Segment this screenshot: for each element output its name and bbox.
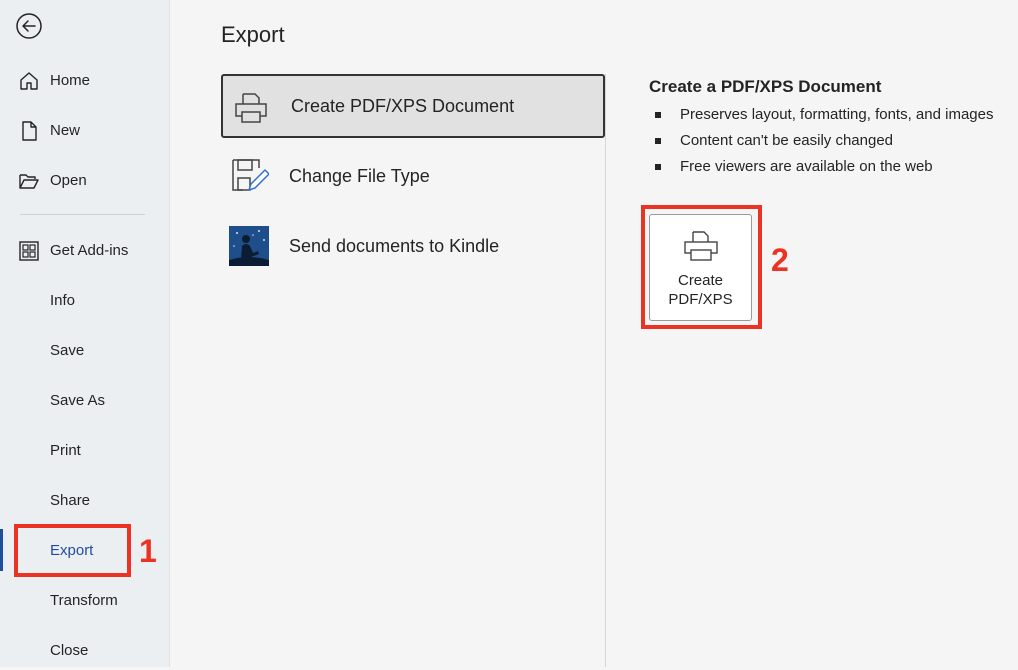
back-arrow-icon: [16, 13, 42, 39]
nav-transform-label: Transform: [50, 591, 118, 609]
nav-share-label: Share: [50, 491, 91, 509]
nav-open[interactable]: Open: [0, 160, 169, 200]
nav-home[interactable]: Home: [0, 60, 169, 100]
nav-home-label: Home: [50, 71, 91, 89]
nav-open-label: Open: [50, 171, 87, 189]
folder-open-icon: [19, 174, 39, 189]
home-icon: [20, 72, 38, 90]
new-document-icon: [22, 121, 37, 141]
option-send-to-kindle-label: Send documents to Kindle: [289, 235, 500, 256]
detail-bullet: Content can't be easily changed: [655, 130, 993, 156]
nav-close-label: Close: [50, 641, 89, 659]
nav-info[interactable]: Info: [0, 280, 169, 320]
nav-new[interactable]: New: [0, 110, 169, 150]
detail-bullet-list: Preserves layout, formatting, fonts, and…: [655, 104, 993, 182]
nav-print-label: Print: [50, 441, 81, 459]
option-send-to-kindle[interactable]: Send documents to Kindle: [221, 214, 605, 278]
file-type-edit-icon: [232, 159, 269, 191]
column-divider: [605, 74, 606, 667]
sidebar-divider: [20, 214, 145, 215]
detail-title: Create a PDF/XPS Document: [649, 77, 882, 96]
page-title: Export: [221, 22, 285, 47]
option-change-file-type[interactable]: Change File Type: [221, 144, 605, 208]
detail-bullet: Free viewers are available on the web: [655, 156, 993, 182]
back-button[interactable]: [15, 12, 43, 40]
nav-save[interactable]: Save: [0, 330, 169, 370]
nav-close[interactable]: Close: [0, 630, 169, 670]
nav-transform[interactable]: Transform: [0, 580, 169, 620]
nav-new-label: New: [50, 121, 81, 139]
export-options-list: Create PDF/XPS Document Change File Type…: [221, 74, 605, 667]
nav-info-label: Info: [50, 291, 76, 309]
detail-bullet: Preserves layout, formatting, fonts, and…: [655, 104, 993, 130]
nav-get-add-ins-label: Get Add-ins: [50, 241, 129, 259]
nav-save-as-label: Save As: [50, 391, 106, 409]
annotation-number-1: 1: [139, 533, 157, 569]
kindle-reader-icon: [229, 226, 269, 266]
annotation-box-2: [641, 205, 762, 329]
option-create-pdf-xps-label: Create PDF/XPS Document: [291, 95, 515, 116]
nav-get-add-ins[interactable]: Get Add-ins: [0, 230, 169, 270]
add-ins-grid-icon: [19, 241, 39, 261]
option-change-file-type-label: Change File Type: [289, 165, 430, 186]
annotation-number-2: 2: [771, 242, 789, 278]
annotation-box-1: [14, 524, 131, 577]
nav-share[interactable]: Share: [0, 480, 169, 520]
nav-print[interactable]: Print: [0, 430, 169, 470]
nav-save-label: Save: [50, 341, 85, 359]
option-create-pdf-xps[interactable]: Create PDF/XPS Document: [221, 74, 605, 138]
nav-save-as[interactable]: Save As: [0, 380, 169, 420]
printer-document-icon: [235, 93, 267, 123]
